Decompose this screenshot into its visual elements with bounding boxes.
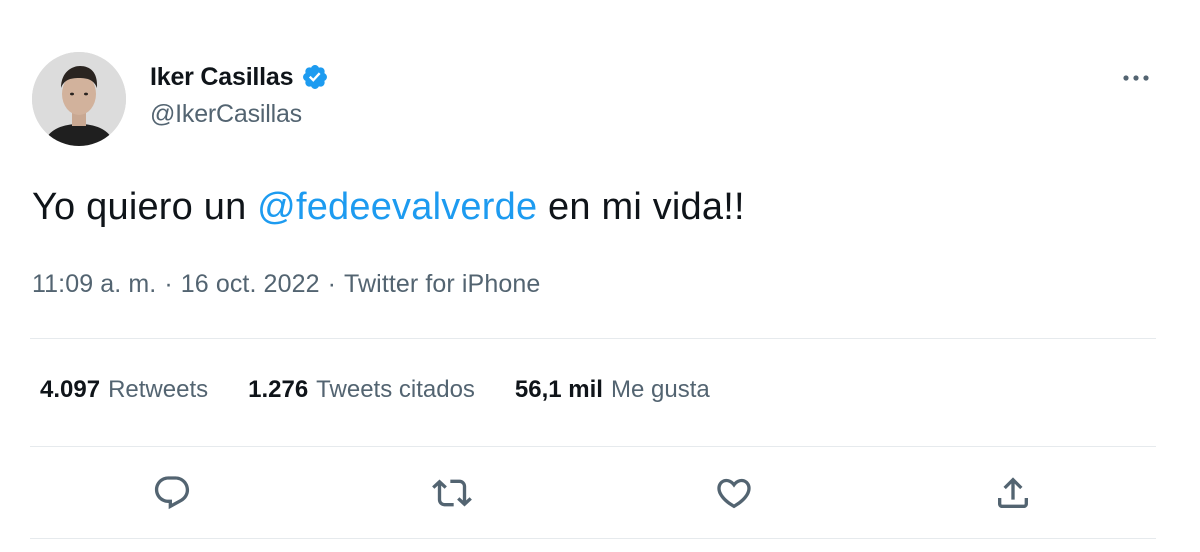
- author-handle[interactable]: @IkerCasillas: [150, 100, 302, 129]
- likes-stat[interactable]: 56,1 mil Me gusta: [515, 376, 710, 404]
- retweets-stat[interactable]: 4.097 Retweets: [40, 376, 208, 404]
- more-options-icon[interactable]: [1118, 62, 1154, 94]
- divider: [30, 446, 1156, 447]
- author-display-name[interactable]: Iker Casillas: [150, 63, 294, 92]
- engagement-stats: 4.097 Retweets 1.276 Tweets citados 56,1…: [40, 376, 750, 404]
- tweet-text-after: en mi vida!!: [537, 186, 745, 228]
- meta-separator: ·: [327, 270, 337, 298]
- tweet-source[interactable]: Twitter for iPhone: [344, 270, 540, 298]
- meta-separator: ·: [164, 270, 173, 298]
- quotes-count: 1.276: [248, 376, 309, 403]
- quotes-stat[interactable]: 1.276 Tweets citados: [248, 376, 475, 404]
- author-name-row[interactable]: Iker Casillas: [150, 60, 329, 94]
- verified-badge-icon: [303, 65, 328, 89]
- reply-icon: [154, 476, 190, 510]
- like-button[interactable]: [712, 471, 756, 515]
- mention-link[interactable]: @fedeevalverde: [257, 186, 537, 228]
- tweet-metadata: 11:09 a. m. · 16 oct. 2022 · Twitter for iPh…: [32, 270, 540, 299]
- avatar-photo: [32, 52, 126, 146]
- tweet-card: Iker Casillas @IkerCasillas Yo quiero un…: [0, 0, 1200, 552]
- avatar[interactable]: [32, 52, 126, 146]
- retweet-button[interactable]: [430, 471, 474, 515]
- reply-button[interactable]: [150, 471, 194, 515]
- divider: [30, 538, 1156, 539]
- divider: [30, 338, 1156, 339]
- like-icon: [717, 478, 751, 509]
- quotes-label: Tweets citados: [316, 376, 475, 403]
- share-icon: [998, 477, 1028, 508]
- tweet-text: Yo quiero un @fedeevalverde en mi vida!!: [32, 186, 745, 229]
- retweet-icon: [432, 479, 472, 507]
- tweet-time[interactable]: 11:09 a. m.: [32, 270, 156, 298]
- likes-label: Me gusta: [610, 376, 710, 403]
- tweet-text-before: Yo quiero un: [32, 186, 258, 228]
- retweets-count: 4.097: [40, 376, 101, 403]
- likes-count: 56,1 mil: [514, 376, 603, 403]
- tweet-date[interactable]: 16 oct. 2022: [181, 270, 320, 298]
- retweets-label: Retweets: [108, 376, 209, 403]
- share-button[interactable]: [991, 471, 1035, 515]
